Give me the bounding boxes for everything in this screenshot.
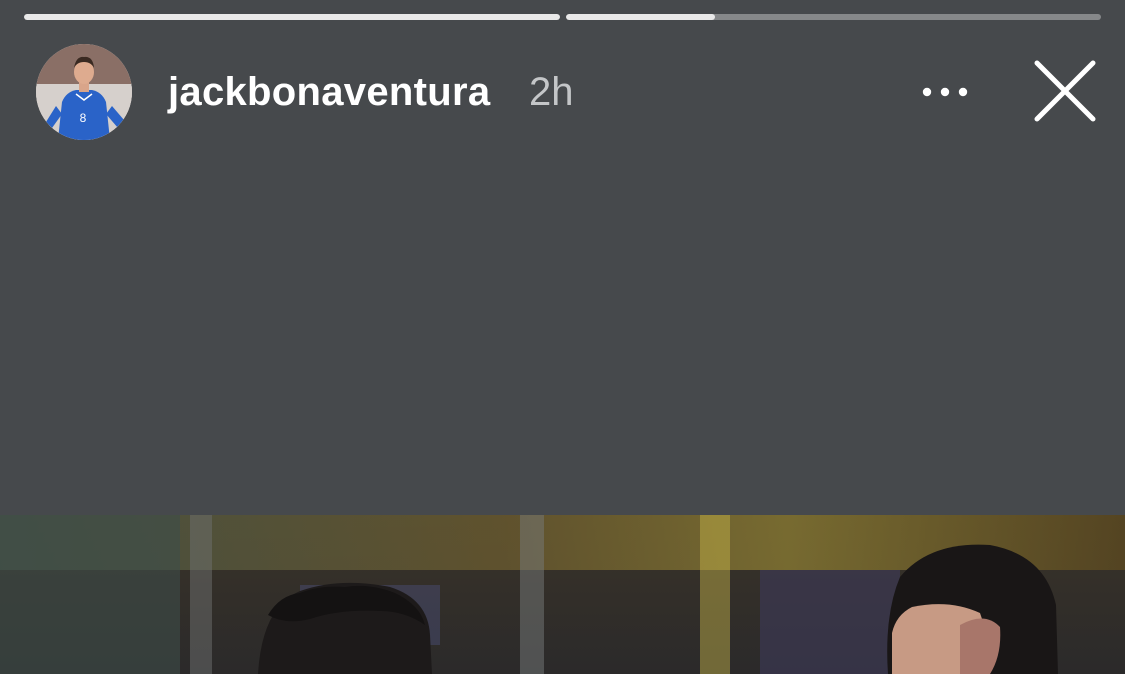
username[interactable]: jackbonaventura [168,68,490,116]
profile-avatar[interactable]: 8 [36,44,132,140]
progress-fill-1 [24,14,560,20]
progress-fill-2 [565,14,716,20]
more-options-button[interactable] [914,74,976,110]
story-progress-bar [24,14,1101,20]
post-timestamp: 2h [529,70,574,114]
story-photo [0,515,1125,674]
close-button[interactable] [1030,58,1100,128]
close-icon [1034,60,1096,122]
more-horizontal-icon [922,87,968,97]
progress-segment-1 [24,14,560,20]
progress-segment-2 [565,14,1101,20]
story-viewer[interactable]: 8 jackbonaventura 2h [0,0,1125,674]
svg-text:8: 8 [80,111,87,125]
